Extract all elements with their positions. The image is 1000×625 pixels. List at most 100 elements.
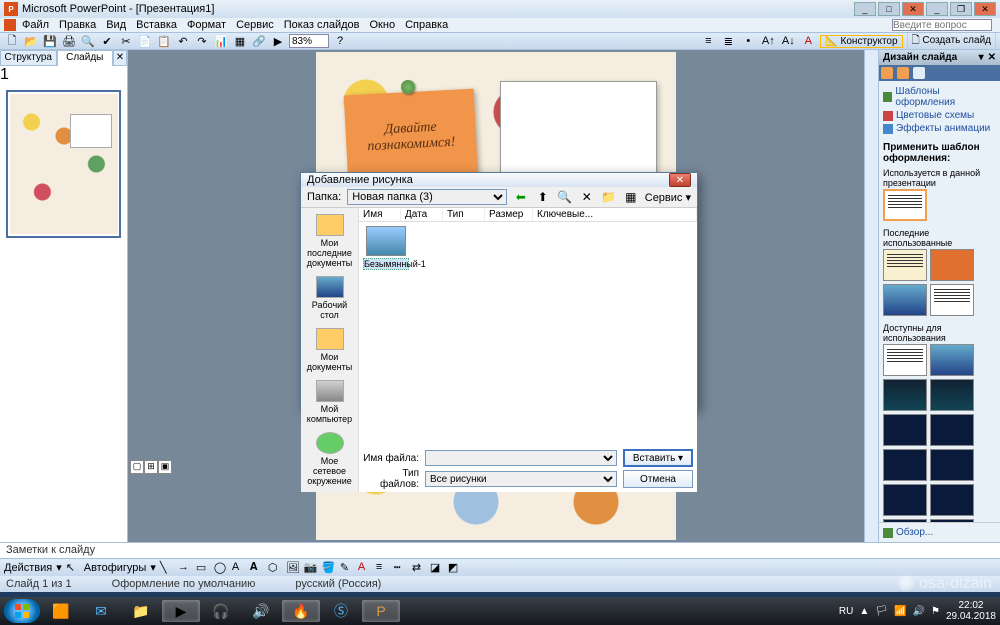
textbox-icon[interactable]: A	[232, 561, 246, 575]
taskbar-app[interactable]: 🎧	[202, 600, 240, 622]
show-icon[interactable]: ▶	[270, 33, 286, 49]
redo-icon[interactable]: ↷	[194, 33, 210, 49]
print-icon[interactable]: 🖨	[61, 33, 77, 49]
file-item[interactable]: Безымянный-1	[363, 226, 409, 270]
slide-thumbnail[interactable]: 1	[0, 66, 127, 244]
minimize-button[interactable]: _	[854, 2, 876, 16]
link-animation[interactable]: Эффекты анимации	[883, 122, 996, 135]
tray-action-icon[interactable]: ⚑	[931, 606, 940, 617]
menu-format[interactable]: Формат	[183, 19, 230, 31]
column-headers[interactable]: Имя Дата Тип Размер Ключевые...	[359, 208, 697, 222]
maximize-button[interactable]: □	[878, 2, 900, 16]
app-close-button[interactable]: ✕	[902, 2, 924, 16]
cut-icon[interactable]: ✂	[118, 33, 134, 49]
menu-insert[interactable]: Вставка	[132, 19, 181, 31]
copy-icon[interactable]: 📄	[137, 33, 153, 49]
tab-outline[interactable]: Структура	[0, 50, 57, 66]
3d-icon[interactable]: ◩	[448, 561, 462, 575]
newfolder-icon[interactable]: 📁	[601, 189, 617, 205]
template-thumb[interactable]	[883, 344, 927, 376]
taskbar-app[interactable]: 🔊	[242, 600, 280, 622]
designer-button[interactable]: 📐 Конструктор	[820, 35, 902, 48]
shadow-icon[interactable]: ◪	[430, 561, 444, 575]
folder-select[interactable]: Новая папка (3)	[347, 189, 507, 205]
ask-input[interactable]	[892, 19, 992, 31]
taskpane-dropdown-icon[interactable]: ▾	[979, 52, 984, 63]
start-button[interactable]	[4, 599, 40, 623]
tray-network-icon[interactable]: 📶	[894, 606, 906, 617]
save-icon[interactable]: 💾	[42, 33, 58, 49]
menu-help[interactable]: Справка	[401, 19, 452, 31]
taskbar-app[interactable]: Ⓢ	[322, 600, 360, 622]
insert-button[interactable]: Вставить ▾	[623, 449, 693, 467]
tools-menu[interactable]: Сервис ▾	[645, 191, 691, 204]
delete-icon[interactable]: ✕	[579, 189, 595, 205]
views-icon[interactable]: ▦	[623, 189, 639, 205]
taskbar-app[interactable]: 🔥	[282, 600, 320, 622]
open-icon[interactable]: 📂	[23, 33, 39, 49]
slideshow-view-icon[interactable]: ▣	[158, 460, 172, 474]
nav-home-icon[interactable]	[913, 67, 925, 79]
spell-icon[interactable]: ✔	[99, 33, 115, 49]
dash-icon[interactable]: ┅	[394, 561, 408, 575]
new-slide-button[interactable]: 🗋 Создать слайд	[907, 32, 996, 50]
doc-close-button[interactable]: ✕	[974, 2, 996, 16]
zoom-select[interactable]	[289, 34, 329, 48]
normal-view-icon[interactable]: ▢	[130, 460, 144, 474]
panel-close-icon[interactable]: ✕	[113, 50, 127, 66]
font-color-icon[interactable]: A	[800, 33, 816, 49]
vertical-scrollbar[interactable]	[864, 50, 878, 542]
nav-back-icon[interactable]	[881, 67, 893, 79]
template-thumb[interactable]	[930, 249, 974, 281]
autoshapes-menu[interactable]: Автофигуры	[84, 562, 147, 574]
line-icon[interactable]: ╲	[160, 561, 174, 575]
tray-flag-icon[interactable]: 🏳	[875, 606, 888, 617]
menu-edit[interactable]: Правка	[55, 19, 100, 31]
align-center-icon[interactable]: ≣	[720, 33, 736, 49]
linecolor-icon[interactable]: ✎	[340, 561, 354, 575]
taskbar-powerpoint[interactable]: P	[362, 600, 400, 622]
place-desktop[interactable]: Рабочий стол	[301, 272, 358, 324]
back-icon[interactable]: ⬅	[513, 189, 529, 205]
place-mydocs[interactable]: Мои документы	[301, 324, 358, 376]
template-thumb[interactable]	[930, 284, 974, 316]
nav-fwd-icon[interactable]	[897, 67, 909, 79]
doc-restore-button[interactable]: ❐	[950, 2, 972, 16]
template-thumb[interactable]	[883, 249, 927, 281]
fill-icon[interactable]: 🪣	[322, 561, 336, 575]
template-thumb[interactable]	[930, 414, 974, 446]
dialog-close-button[interactable]: ✕	[669, 173, 691, 187]
diagram-icon[interactable]: ⬡	[268, 561, 282, 575]
template-thumb[interactable]	[930, 379, 974, 411]
align-left-icon[interactable]: ≡	[700, 33, 716, 49]
link-templates[interactable]: Шаблоны оформления	[883, 85, 996, 109]
menu-window[interactable]: Окно	[366, 19, 400, 31]
actions-menu[interactable]: Действия	[4, 562, 52, 574]
menu-view[interactable]: Вид	[102, 19, 130, 31]
template-thumb[interactable]	[883, 484, 927, 516]
clipart-icon[interactable]: 🖼	[286, 561, 300, 575]
taskbar-app[interactable]: 📁	[122, 600, 160, 622]
filetype-select[interactable]: Все рисунки	[425, 471, 617, 487]
wordart-icon[interactable]: 𝐀	[250, 561, 264, 575]
tray-clock[interactable]: 22:0229.04.2018	[946, 600, 996, 622]
font-grow-icon[interactable]: A↑	[760, 33, 776, 49]
picture-icon[interactable]: 📷	[304, 561, 318, 575]
template-thumb[interactable]	[883, 189, 927, 221]
notes-pane[interactable]: Заметки к слайду	[0, 542, 1000, 558]
template-thumb[interactable]	[883, 414, 927, 446]
up-icon[interactable]: ⬆	[535, 189, 551, 205]
place-network[interactable]: Мое сетевое окружение	[301, 428, 358, 490]
menu-file[interactable]: Файл	[18, 19, 53, 31]
lineweight-icon[interactable]: ≡	[376, 561, 390, 575]
font-shrink-icon[interactable]: A↓	[780, 33, 796, 49]
rect-icon[interactable]: ▭	[196, 561, 210, 575]
select-icon[interactable]: ↖	[66, 561, 80, 575]
place-mycomputer[interactable]: Мой компьютер	[301, 376, 358, 428]
template-thumb[interactable]	[930, 344, 974, 376]
template-thumb[interactable]	[883, 379, 927, 411]
place-recent[interactable]: Мои последние документы	[301, 210, 358, 272]
template-thumb[interactable]	[883, 284, 927, 316]
table-icon[interactable]: ▦	[232, 33, 248, 49]
arrowstyle-icon[interactable]: ⇄	[412, 561, 426, 575]
